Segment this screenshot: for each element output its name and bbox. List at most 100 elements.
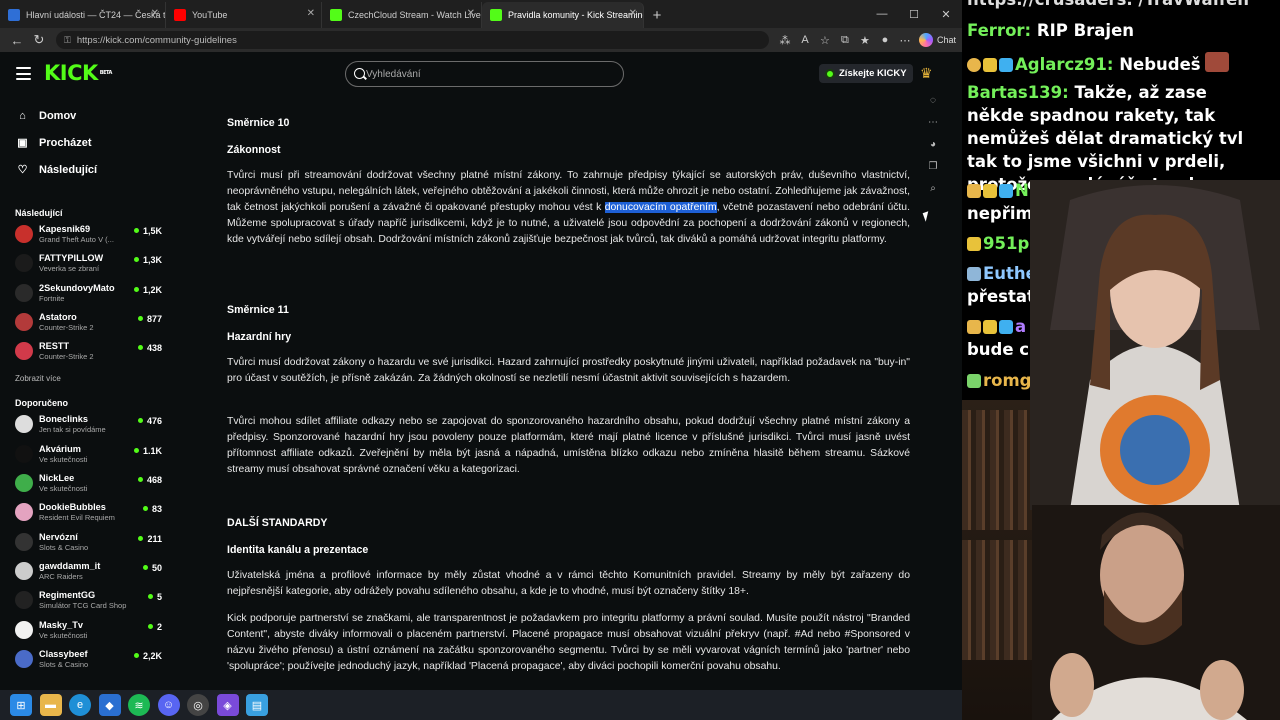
sidebar-channel[interactable]: Masky_Tv Ve skutečnosti 2 (0, 617, 172, 646)
sidebar-item-browse[interactable]: ▣ Procházet (0, 129, 172, 156)
extensions-icon[interactable]: ⧉ (835, 30, 855, 50)
search-input[interactable]: Vyhledávání (345, 61, 624, 87)
sidebar-channel[interactable]: Nervózní Slots & Casino 211 (0, 529, 172, 558)
viewer-count: 211 (138, 534, 162, 544)
chat-username: Aglarcz91: (1015, 55, 1114, 74)
address-bar: ← ↻ ⚿ https://kick.com/community-guideli… (0, 28, 962, 52)
channel-name: Classybeef (39, 648, 88, 659)
close-icon[interactable]: ✕ (467, 8, 475, 19)
kick-header: KICK BETA Vyhledávání Získejte KICKY ♛ (0, 52, 962, 96)
user-crown-icon[interactable]: ♛ (920, 65, 933, 82)
viewer-count-text: 50 (151, 562, 162, 573)
channel-name: DookieBubbles (39, 502, 106, 513)
kick-logo[interactable]: KICK BETA (44, 62, 112, 84)
viewer-count: 5 (147, 592, 162, 603)
viewer-count: 468 (137, 475, 162, 485)
identity-paragraph-2: Kick podporuje partnerství se značkami, … (227, 613, 910, 672)
more-menu-icon[interactable]: ⋯ (895, 30, 915, 50)
live-dot-icon (133, 228, 139, 233)
favorites-icon[interactable]: ★ (855, 30, 875, 50)
live-dot-icon (133, 447, 139, 453)
edge-icon[interactable]: e (69, 694, 91, 716)
tab-youtube[interactable]: YouTube ✕ (166, 2, 322, 28)
favorite-star-icon[interactable]: ☆ (815, 30, 835, 50)
sidebar-item-label: Domov (39, 109, 77, 122)
tab-czechcloud[interactable]: CzechCloud Stream - Watch Live o ✕ (322, 2, 482, 28)
sidebar-item-following[interactable]: ♡ Následující (0, 156, 172, 183)
chat-line-link: https://crusaders. /TravWaffen (967, 0, 1267, 11)
channel-name: FATTYPILLOW (39, 253, 104, 264)
close-window-icon[interactable]: ✕ (930, 0, 962, 28)
mouse-cursor-icon (922, 211, 932, 222)
tab-label: Pravidla komunity - Kick Streaming (508, 10, 644, 20)
sidebar-item-home[interactable]: ⌂ Domov (0, 102, 172, 129)
viewer-count: 83 (142, 504, 162, 515)
get-kicks-button[interactable]: Získejte KICKY (819, 64, 913, 83)
sidebar-channel[interactable]: DookieBubbles Resident Evil Requiem 83 (0, 499, 172, 528)
pencil-badge-icon (967, 267, 981, 281)
profile-avatar-icon[interactable]: ● (875, 30, 895, 50)
copy-icon[interactable]: ❐ (922, 156, 944, 178)
avatar (15, 415, 33, 434)
show-more-link[interactable]: Zobrazit více (0, 369, 172, 389)
url-input[interactable]: ⚿ https://kick.com/community-guidelines (56, 31, 769, 49)
minimize-icon[interactable]: — (866, 0, 898, 28)
file-explorer-icon[interactable]: ▬ (39, 694, 62, 716)
tab-ct24[interactable]: Hlavní události — ČT24 — Česká t ✕ (0, 2, 166, 28)
reload-icon[interactable]: ↻ (28, 29, 50, 51)
youtube-icon (174, 9, 186, 21)
sidebar-item-label: Procházet (39, 136, 92, 149)
selected-text[interactable]: donucovacím opatřením (604, 202, 717, 213)
viewer-count: 438 (137, 343, 162, 353)
copilot-label: Chat (936, 35, 956, 45)
sidebar-channel[interactable]: RegimentGG Simulátor TCG Card Shop 5 (0, 587, 172, 616)
site-info-icon[interactable]: ⚿ (64, 35, 71, 46)
back-icon[interactable]: ← (6, 29, 28, 51)
guideline-11-paragraph-1: Tvůrci musí dodržovat zákony o hazardu v… (227, 357, 910, 384)
hide-icon[interactable]: ◌ (922, 90, 944, 112)
close-icon[interactable]: ✕ (629, 8, 637, 19)
search-small-icon[interactable]: ⌕ (922, 178, 944, 200)
spotify-icon[interactable]: ≋ (128, 694, 150, 716)
guideline-10-subheading: Zákonnost (227, 144, 281, 156)
live-dot-icon (137, 477, 143, 483)
sidebar-channel[interactable]: Boneclinks Jen tak si povídáme 476 (0, 411, 172, 440)
following-list: Kapesnik69 Grand Theft Auto V (... 1,5K FAT… (0, 221, 172, 367)
windows-start-icon[interactable]: ⊞ (10, 694, 32, 716)
browse-icon: ▣ (17, 137, 28, 149)
obs-icon[interactable]: ◎ (187, 694, 209, 716)
sidebar-channel[interactable]: Kapesnik69 Grand Theft Auto V (... 1,5K (0, 221, 172, 250)
new-tab-button[interactable]: + (644, 2, 670, 28)
viewer-count-text: 5 (156, 592, 162, 603)
notepad-icon[interactable]: ▤ (246, 694, 268, 716)
viewer-count-text: 83 (151, 504, 162, 515)
close-icon[interactable]: ✕ (151, 8, 159, 19)
sidebar-channel[interactable]: gawddamm_it ARC Raiders 50 (0, 558, 172, 587)
sidebar-channel[interactable]: NickLee Ve skutečnosti 468 (0, 470, 172, 499)
copilot-icon (918, 33, 933, 47)
sidebar-channel[interactable]: FATTYPILLOW Veverka se zbraní 1,3K (0, 250, 172, 279)
sidebar-channel[interactable]: Astatoro Counter-Strike 2 877 (0, 309, 172, 338)
sidebar-channel[interactable]: Akvárium Ve skutečnosti 1.1K (0, 441, 172, 470)
menu-icon[interactable] (16, 67, 31, 80)
copilot-small-icon[interactable]: ◕ (922, 134, 944, 156)
copilot-chat-button[interactable]: Chat (918, 33, 956, 47)
tab-label: Hlavní události — ČT24 — Česká t (26, 10, 166, 20)
sidebar-channel[interactable]: Classybeef Slots & Casino 2,2K (0, 646, 172, 675)
live-dot-icon (137, 315, 143, 321)
channel-name: Nervózní (39, 531, 78, 542)
channel-name: Kapesnik69 (39, 224, 91, 234)
more-icon[interactable]: ⋯ (922, 112, 944, 134)
viewer-count: 1,3K (133, 255, 162, 265)
vscode-icon[interactable]: ◆ (98, 694, 121, 716)
sidebar-channel[interactable]: 2SekundovyMato Fortnite 1,2K (0, 280, 172, 309)
sidebar-channel[interactable]: RESTT Counter-Strike 2 438 (0, 338, 172, 367)
tab-kick-guidelines[interactable]: Pravidla komunity - Kick Streaming ✕ (482, 2, 644, 28)
discord-icon[interactable]: ☺ (157, 694, 180, 716)
app-icon[interactable]: ◈ (216, 694, 239, 716)
gift-badge-icon (983, 184, 997, 198)
read-aloud-icon[interactable]: A (795, 30, 815, 50)
close-icon[interactable]: ✕ (307, 8, 315, 19)
maximize-icon[interactable]: ☐ (898, 0, 930, 28)
translate-icon[interactable]: ⁂ (775, 30, 795, 50)
